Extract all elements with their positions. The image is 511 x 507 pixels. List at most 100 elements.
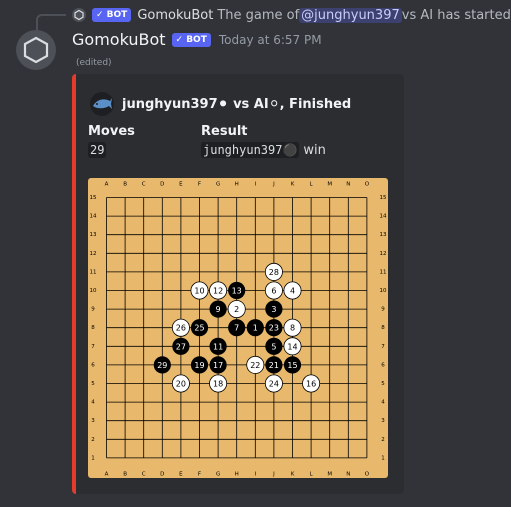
row-label-right: 7 [381,344,385,350]
column-label-top: B [123,182,127,188]
move-number: 23 [269,324,279,333]
move-number: 12 [213,287,223,296]
row-label-left: 11 [90,269,97,275]
stone: 15 [283,356,302,374]
row-label-right: 4 [381,400,385,406]
move-number: 6 [271,287,276,296]
row-label-left: 7 [91,344,95,350]
move-number: 19 [194,361,204,370]
column-label-top: A [105,182,109,188]
result-player: junghyun397⚫ [201,142,300,158]
row-label-right: 5 [381,381,385,387]
column-label-bottom: D [160,472,164,478]
stone: 12 [209,281,228,300]
column-label-bottom: B [123,472,127,478]
move-number: 2 [234,305,239,314]
stone: 6 [264,281,283,300]
move-number: 28 [269,268,279,277]
stone: 10 [190,281,209,300]
moves-value: 29 [88,142,107,158]
row-label-left: 6 [91,362,95,368]
move-number: 22 [250,361,260,370]
stone: 1 [246,319,264,337]
bot-badge: ✓ BOT [171,32,211,47]
user-mention[interactable]: @junghyun397 [299,7,402,23]
result-suffix: win [303,143,326,158]
column-label-top: O [365,182,370,188]
board-svg[interactable]: AABBCCDDEEFFGGHHIIJJKKLLMMNNOO15 1514 1413… [88,178,388,478]
move-number: 14 [287,342,297,351]
column-label-top: D [160,182,164,188]
stone: 27 [172,337,190,355]
column-label-top: M [327,182,332,188]
move-number: 29 [157,361,167,370]
game-embed: junghyun397⚫ vs AI⚪, Finished Moves 29 R… [72,74,404,494]
embed-author: junghyun397⚫ vs AI⚪, Finished [90,92,351,116]
hexagon-icon [23,36,49,64]
stone: 24 [264,374,283,393]
column-label-bottom: A [105,472,109,478]
row-label-right: 14 [380,214,387,220]
gomoku-board[interactable]: A A B B C C D D E E F F G G H H I I J J K K L L M M N N O O 15 15 14 14 13… [88,178,388,478]
move-number: 21 [269,361,279,370]
row-label-left: 2 [91,437,95,443]
row-label-right: 10 [380,288,387,294]
column-label-top: E [179,182,183,188]
stone: 29 [153,356,171,374]
row-label-left: 13 [90,232,97,238]
column-label-top: G [216,182,220,188]
stone: 28 [264,262,283,281]
stone: 5 [265,337,283,355]
column-label-bottom: H [235,472,239,478]
stone: 23 [265,319,283,337]
row-label-left: 15 [90,195,97,201]
row-label-left: 4 [91,400,95,406]
stone: 19 [190,356,209,374]
result-label: Result [201,124,248,139]
column-label-bottom: F [198,472,201,478]
column-label-top: F [198,182,201,188]
column-label-bottom: M [327,472,332,478]
stone: 21 [265,356,283,374]
move-number: 11 [213,342,223,351]
move-number: 24 [269,380,279,389]
stone: 2 [227,300,246,319]
row-label-left: 8 [91,325,95,331]
reply-text-before: The game of [217,7,300,23]
move-number: 16 [306,380,316,389]
stone: 11 [209,337,227,355]
row-label-right: 3 [381,418,385,424]
move-number: 26 [176,324,186,333]
stone: 26 [171,318,190,337]
column-label-top: J [272,182,275,188]
stone: 17 [209,356,227,374]
move-number: 15 [287,361,297,370]
stone: 13 [228,281,246,300]
move-number: 7 [234,324,239,333]
bot-badge: ✓ BOT [92,8,132,22]
stone: 3 [265,300,283,318]
edited-label: (edited) [76,58,112,68]
reply-author[interactable]: GomokuBot [137,8,213,23]
reply-preview[interactable]: ✓ BOT GomokuBot The game of @junghyun397… [72,6,511,24]
avatar[interactable] [16,30,56,70]
column-label-top: C [142,182,146,188]
stone: 7 [228,319,246,337]
row-label-left: 5 [91,381,95,387]
fish-icon [90,92,114,116]
row-label-left: 1 [91,455,95,461]
stone: 25 [190,319,209,337]
move-number: 4 [290,287,295,296]
move-number: 9 [216,305,221,314]
move-number: 3 [271,305,276,314]
row-label-right: 13 [380,232,387,238]
stone: 4 [283,281,302,300]
stone: 18 [209,374,228,393]
column-label-bottom: G [216,472,220,478]
column-label-bottom: E [179,472,183,478]
row-label-right: 8 [381,325,385,331]
row-label-right: 6 [381,362,385,368]
move-number: 1 [253,324,258,333]
row-label-left: 9 [91,307,95,313]
message-author[interactable]: GomokuBot [72,30,166,49]
